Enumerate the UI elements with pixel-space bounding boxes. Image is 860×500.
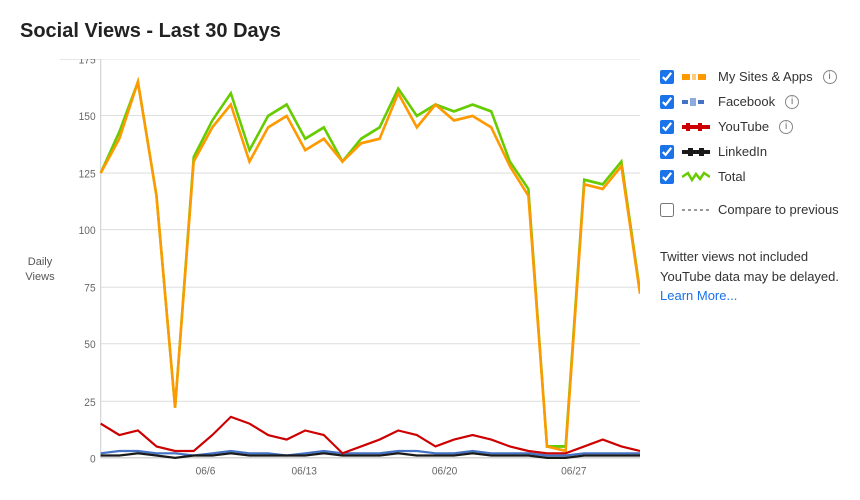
info-icon-mysites[interactable]: i — [823, 70, 837, 84]
legend-item-facebook: Facebook i — [660, 94, 840, 109]
legend-label-facebook: Facebook — [718, 94, 775, 109]
legend-label-linkedin: LinkedIn — [718, 144, 767, 159]
legend-checkbox-mysites[interactable] — [660, 70, 674, 84]
svg-text:150: 150 — [79, 111, 96, 123]
legend-icon-linkedin — [682, 145, 710, 159]
legend-item-total: Total — [660, 169, 840, 184]
svg-text:06/6: 06/6 — [196, 465, 216, 477]
info-icon-youtube[interactable]: i — [779, 120, 793, 134]
legend-item-mysites: My Sites & Apps i — [660, 69, 840, 84]
legend-label-mysites: My Sites & Apps — [718, 69, 813, 84]
svg-text:175: 175 — [79, 59, 96, 67]
svg-text:100: 100 — [79, 225, 96, 237]
compare-section: Compare to previous — [660, 202, 840, 217]
legend-icon-facebook — [682, 95, 710, 109]
svg-text:06/27: 06/27 — [561, 465, 587, 477]
notes: Twitter views not included YouTube data … — [660, 247, 840, 306]
info-icon-facebook[interactable]: i — [785, 95, 799, 109]
legend-checkbox-total[interactable] — [660, 170, 674, 184]
compare-label: Compare to previous — [718, 202, 839, 217]
legend-icon-youtube — [682, 120, 710, 134]
note-twitter: Twitter views not included — [660, 247, 840, 267]
chart-area: 175 150 125 100 75 50 25 0 — [60, 59, 640, 480]
legend-label-youtube: YouTube — [718, 119, 769, 134]
legend: My Sites & Apps i Facebook i — [640, 59, 840, 480]
compare-checkbox[interactable] — [660, 203, 674, 217]
legend-icon-total — [682, 170, 710, 184]
svg-text:06/20: 06/20 — [432, 465, 458, 477]
learn-more-link[interactable]: Learn More... — [660, 288, 737, 303]
legend-item-linkedin: LinkedIn — [660, 144, 840, 159]
y-axis-label: Daily Views — [20, 59, 60, 480]
note-youtube: YouTube data may be delayed. Learn More.… — [660, 267, 840, 306]
legend-checkbox-linkedin[interactable] — [660, 145, 674, 159]
legend-checkbox-facebook[interactable] — [660, 95, 674, 109]
svg-text:0: 0 — [90, 453, 96, 465]
svg-text:25: 25 — [84, 396, 95, 408]
legend-icon-mysites — [682, 70, 710, 84]
compare-icon — [682, 203, 710, 217]
svg-text:50: 50 — [84, 339, 95, 351]
svg-text:125: 125 — [79, 168, 96, 180]
svg-text:75: 75 — [84, 282, 95, 294]
legend-checkbox-youtube[interactable] — [660, 120, 674, 134]
legend-item-youtube: YouTube i — [660, 119, 840, 134]
page-title: Social Views - Last 30 Days — [20, 20, 840, 43]
svg-text:06/13: 06/13 — [291, 465, 317, 477]
legend-label-total: Total — [718, 169, 745, 184]
